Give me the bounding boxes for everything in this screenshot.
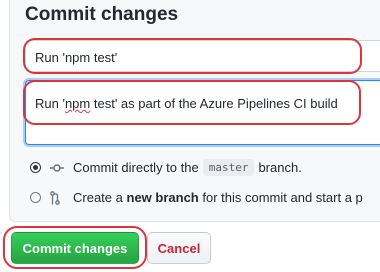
- commit-summary-input[interactable]: Run 'npm test': [25, 40, 380, 72]
- commit-changes-button[interactable]: Commit changes: [11, 232, 139, 264]
- commit-summary-value: Run 'npm test': [35, 50, 118, 65]
- description-prefix: Run ': [35, 96, 65, 111]
- branch-name-badge: master: [202, 159, 255, 176]
- description-suffix: test' as part of the Azure Pipelines CI …: [90, 96, 338, 111]
- cancel-button[interactable]: Cancel: [147, 232, 211, 264]
- commit-directly-prefix: Commit directly to the: [73, 160, 199, 175]
- git-commit-icon: [50, 163, 66, 172]
- git-pull-request-icon: [50, 190, 66, 205]
- commit-title: Commit changes: [25, 4, 179, 25]
- option-commit-directly[interactable]: Commit directly to the master branch.: [30, 159, 302, 176]
- new-branch-prefix: Create a: [73, 190, 123, 205]
- new-branch-bold: new branch: [126, 190, 199, 205]
- commit-description-input[interactable]: Run 'npm test' as part of the Azure Pipe…: [25, 80, 380, 145]
- commit-directly-suffix: branch.: [258, 160, 302, 175]
- new-branch-suffix: for this commit and start a p: [202, 190, 363, 205]
- misspelled-word: npm: [64, 96, 91, 111]
- radio-commit-directly[interactable]: [30, 162, 41, 173]
- option-new-branch[interactable]: Create a new branch for this commit and …: [30, 190, 363, 205]
- radio-new-branch[interactable]: [30, 192, 41, 203]
